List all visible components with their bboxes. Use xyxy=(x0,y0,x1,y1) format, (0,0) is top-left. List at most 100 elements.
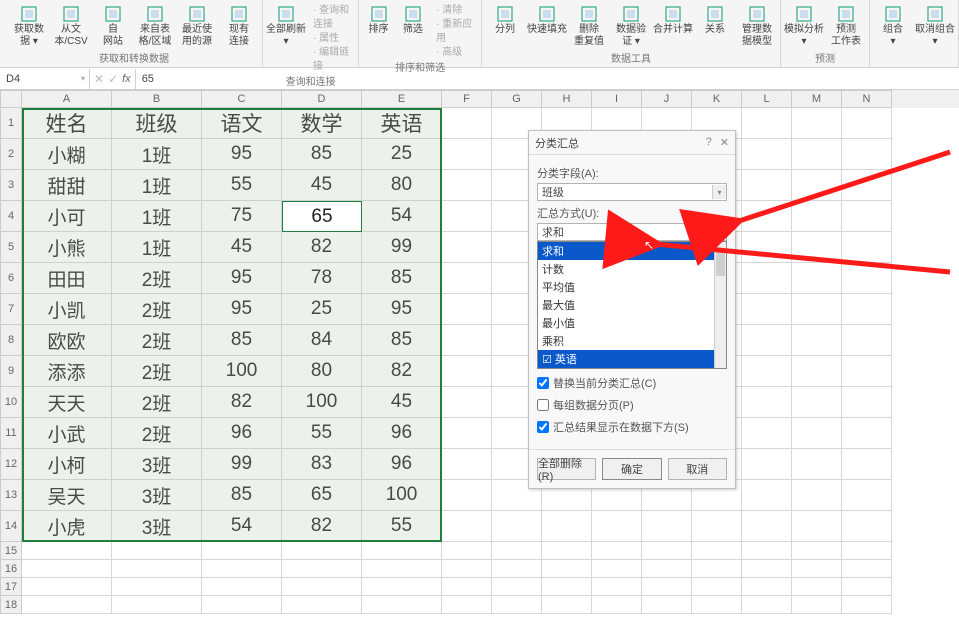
cell[interactable]: 小虎 xyxy=(22,511,112,542)
col-header-F[interactable]: F xyxy=(442,90,492,108)
cell[interactable]: 45 xyxy=(362,387,442,418)
dialog-close-icon[interactable]: ✕ xyxy=(720,136,729,149)
cell[interactable] xyxy=(792,139,842,170)
cell[interactable] xyxy=(742,578,792,596)
ribbon-from_web[interactable]: 自 网站 xyxy=(94,2,132,53)
cells-area[interactable]: 65 姓名班级语文数学英语小糊1班958525甜甜1班554580小可1班756… xyxy=(22,108,892,614)
col-header-B[interactable]: B xyxy=(112,90,202,108)
row-header[interactable]: 4 xyxy=(0,201,22,232)
row-header[interactable]: 11 xyxy=(0,418,22,449)
cell[interactable] xyxy=(542,578,592,596)
formula-input[interactable]: 65 xyxy=(136,73,959,85)
cell[interactable] xyxy=(492,560,542,578)
cell[interactable] xyxy=(742,294,792,325)
ribbon-sort[interactable]: 排序 xyxy=(363,2,393,62)
cell[interactable] xyxy=(692,542,742,560)
cell[interactable]: 78 xyxy=(282,263,362,294)
cell[interactable] xyxy=(642,596,692,614)
cell[interactable] xyxy=(742,201,792,232)
cell[interactable] xyxy=(542,511,592,542)
cell[interactable] xyxy=(202,542,282,560)
cell[interactable] xyxy=(692,511,742,542)
cell[interactable] xyxy=(442,108,492,139)
col-header-N[interactable]: N xyxy=(842,90,892,108)
cell[interactable] xyxy=(842,480,892,511)
row-header[interactable]: 3 xyxy=(0,170,22,201)
cell[interactable] xyxy=(792,511,842,542)
cell[interactable]: 1班 xyxy=(112,232,202,263)
ribbon-refresh[interactable]: 全部刷新 ▾ xyxy=(267,2,305,76)
cell[interactable] xyxy=(742,480,792,511)
cell[interactable] xyxy=(442,170,492,201)
cell[interactable] xyxy=(592,511,642,542)
cell[interactable]: 80 xyxy=(362,170,442,201)
cell[interactable] xyxy=(792,201,842,232)
cell[interactable] xyxy=(742,170,792,201)
cell[interactable]: 100 xyxy=(362,480,442,511)
ribbon-side-item[interactable]: · 属性 xyxy=(313,32,350,46)
cell[interactable]: 96 xyxy=(202,418,282,449)
cell[interactable]: 2班 xyxy=(112,294,202,325)
cell[interactable]: 100 xyxy=(202,356,282,387)
cell[interactable] xyxy=(792,449,842,480)
cell[interactable] xyxy=(442,232,492,263)
cell[interactable] xyxy=(282,578,362,596)
remove-all-button[interactable]: 全部删除(R) xyxy=(537,458,596,480)
col-header-M[interactable]: M xyxy=(792,90,842,108)
cancel-button[interactable]: 取消 xyxy=(668,458,727,480)
cell[interactable]: 吴天 xyxy=(22,480,112,511)
cell[interactable] xyxy=(442,418,492,449)
cell[interactable] xyxy=(442,480,492,511)
ribbon-side-item[interactable]: · 清除 xyxy=(436,4,473,18)
cell[interactable]: 语文 xyxy=(202,108,282,139)
dropdown-option[interactable]: 平均值 xyxy=(538,278,726,296)
cell[interactable]: 数学 xyxy=(282,108,362,139)
cell[interactable]: 54 xyxy=(362,201,442,232)
cell[interactable]: 2班 xyxy=(112,418,202,449)
cell[interactable] xyxy=(842,263,892,294)
cell[interactable]: 2班 xyxy=(112,325,202,356)
enter-icon[interactable]: ✓ xyxy=(108,72,118,86)
cell[interactable] xyxy=(842,511,892,542)
cell[interactable] xyxy=(792,294,842,325)
row-header[interactable]: 13 xyxy=(0,480,22,511)
row-header[interactable]: 10 xyxy=(0,387,22,418)
row-header[interactable]: 18 xyxy=(0,596,22,614)
cell[interactable] xyxy=(282,560,362,578)
cell[interactable] xyxy=(492,511,542,542)
row-header[interactable]: 9 xyxy=(0,356,22,387)
field-select[interactable]: 班级 ▾ xyxy=(537,183,727,201)
cell[interactable] xyxy=(442,294,492,325)
cell[interactable] xyxy=(792,542,842,560)
cell[interactable] xyxy=(842,232,892,263)
cell[interactable] xyxy=(742,418,792,449)
cell[interactable]: 96 xyxy=(362,418,442,449)
cell[interactable]: 55 xyxy=(362,511,442,542)
cell[interactable] xyxy=(442,387,492,418)
row-header[interactable]: 15 xyxy=(0,542,22,560)
ribbon-forecast[interactable]: 预测 工作表 xyxy=(827,2,865,53)
cell[interactable]: 小武 xyxy=(22,418,112,449)
cell[interactable]: 65 xyxy=(282,201,362,232)
cell[interactable]: 2班 xyxy=(112,387,202,418)
cell[interactable] xyxy=(642,560,692,578)
cell[interactable] xyxy=(442,578,492,596)
cell[interactable] xyxy=(842,596,892,614)
cell[interactable] xyxy=(202,596,282,614)
cell[interactable] xyxy=(842,108,892,139)
cell[interactable] xyxy=(362,542,442,560)
cell[interactable] xyxy=(202,578,282,596)
ribbon-flash[interactable]: 快速填充 xyxy=(528,2,566,53)
cell[interactable] xyxy=(742,325,792,356)
ribbon-recent[interactable]: 最近使 用的源 xyxy=(178,2,216,53)
ribbon-manage_dm[interactable]: 管理数 据模型 xyxy=(738,2,776,53)
cell[interactable] xyxy=(592,542,642,560)
cell[interactable] xyxy=(842,542,892,560)
cell[interactable] xyxy=(542,596,592,614)
cell[interactable] xyxy=(742,356,792,387)
cell[interactable]: 2班 xyxy=(112,356,202,387)
col-header-G[interactable]: G xyxy=(492,90,542,108)
cell[interactable] xyxy=(592,596,642,614)
cell[interactable]: 1班 xyxy=(112,201,202,232)
dropdown-option[interactable]: 乘积 xyxy=(538,332,726,350)
